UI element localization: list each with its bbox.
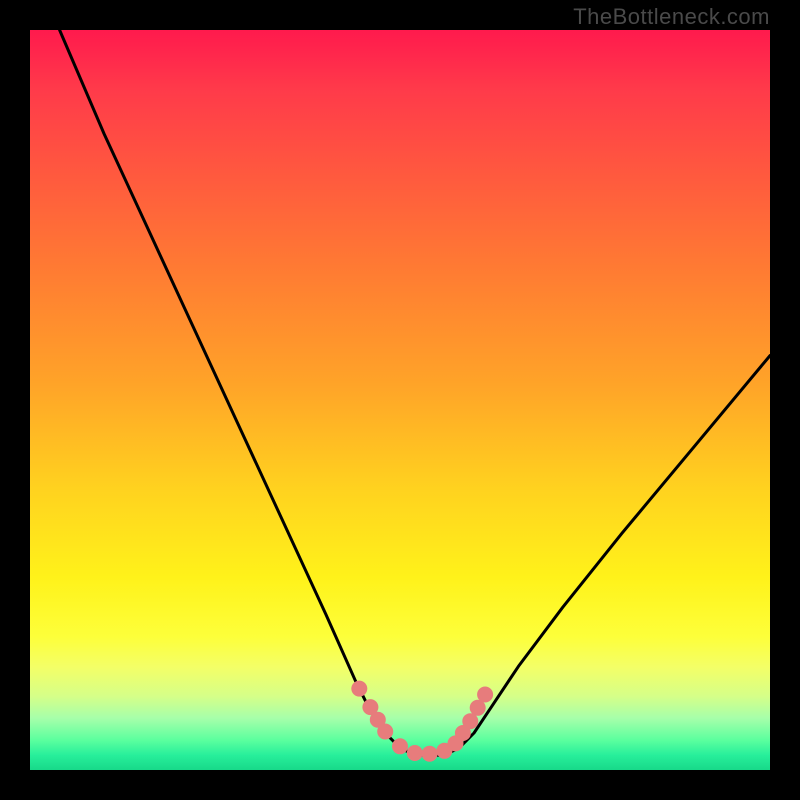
curve-layer (30, 30, 770, 770)
bottleneck-curve (60, 30, 770, 755)
watermark-text: TheBottleneck.com (573, 4, 770, 30)
highlight-dots (351, 681, 493, 762)
chart-frame: TheBottleneck.com (0, 0, 800, 800)
plot-area (30, 30, 770, 770)
